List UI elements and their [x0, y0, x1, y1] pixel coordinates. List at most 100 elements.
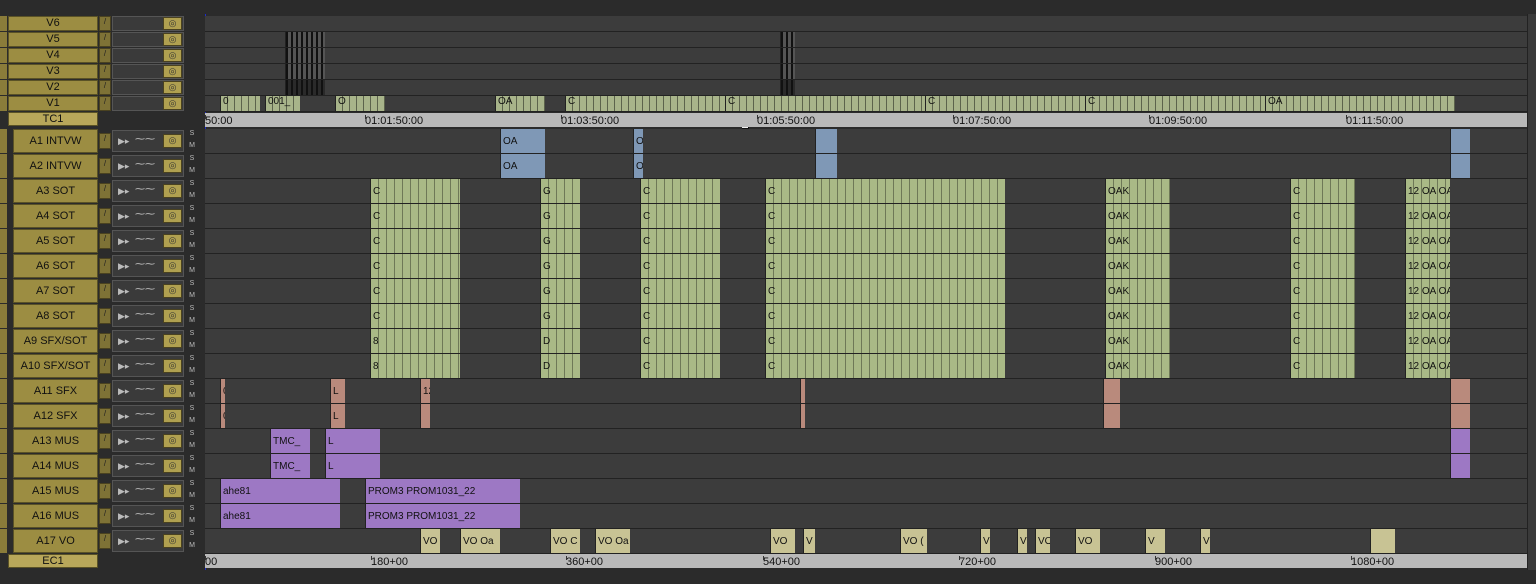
- audio-clip[interactable]: 0: [220, 404, 225, 428]
- track-name-button[interactable]: V2: [8, 80, 98, 95]
- audio-clip[interactable]: [1103, 379, 1120, 403]
- track-name-button[interactable]: A2 INTVW: [13, 154, 98, 178]
- audio-clip[interactable]: C: [1290, 279, 1355, 303]
- track-name-button[interactable]: V5: [8, 32, 98, 47]
- audio-clip[interactable]: C: [765, 204, 1005, 228]
- solo-icon[interactable]: S: [187, 205, 197, 215]
- audio-clip[interactable]: OA: [633, 129, 643, 153]
- speaker-icon[interactable]: ▶▸: [118, 211, 129, 222]
- lock-icon[interactable]: /: [99, 483, 111, 499]
- audio-clip[interactable]: VO C: [550, 529, 580, 553]
- audio-clip[interactable]: C: [765, 254, 1005, 278]
- audio-clip[interactable]: PROM3 PROM1031_22: [365, 479, 520, 503]
- audio-clip[interactable]: OA: [633, 154, 643, 178]
- mute-icon[interactable]: M: [187, 417, 197, 427]
- audio-clip[interactable]: V: [980, 529, 990, 553]
- solo-icon[interactable]: S: [187, 130, 197, 140]
- mute-icon[interactable]: M: [187, 492, 197, 502]
- audio-clip[interactable]: C: [765, 354, 1005, 378]
- audio-clip[interactable]: G: [540, 304, 580, 328]
- waveform-icon[interactable]: ⁓⁓: [135, 359, 155, 370]
- audio-clip[interactable]: [1450, 154, 1470, 178]
- mute-icon[interactable]: M: [187, 167, 197, 177]
- speaker-icon[interactable]: ▶▸: [118, 536, 129, 547]
- audio-clip[interactable]: C: [640, 254, 720, 278]
- audio-clip[interactable]: OAK: [1105, 254, 1170, 278]
- audio-clip[interactable]: OAK: [1105, 204, 1170, 228]
- volume-icon[interactable]: ◎: [163, 309, 182, 323]
- audio-clip[interactable]: OAK: [1105, 304, 1170, 328]
- audio-clip[interactable]: VO Oa: [595, 529, 630, 553]
- audio-clip[interactable]: D: [540, 329, 580, 353]
- track-patch[interactable]: [0, 129, 7, 153]
- audio-clip[interactable]: VO: [770, 529, 795, 553]
- solo-icon[interactable]: S: [187, 480, 197, 490]
- waveform-icon[interactable]: ⁓⁓: [135, 484, 155, 495]
- track-patch[interactable]: [0, 329, 7, 353]
- lock-icon[interactable]: /: [99, 158, 111, 174]
- audio-clip[interactable]: C: [1290, 229, 1355, 253]
- audio-clip[interactable]: C: [640, 329, 720, 353]
- monitor-icon[interactable]: ◎: [163, 81, 182, 94]
- track-name-button[interactable]: A16 MUS: [13, 504, 98, 528]
- speaker-icon[interactable]: ▶▸: [118, 186, 129, 197]
- lock-icon[interactable]: /: [99, 408, 111, 424]
- audio-clip[interactable]: L: [325, 429, 380, 453]
- monitor-icon[interactable]: ◎: [163, 33, 182, 46]
- audio-clip[interactable]: 12 OA OAK OA OA: [1405, 254, 1450, 278]
- audio-clip[interactable]: [1450, 379, 1470, 403]
- speaker-icon[interactable]: ▶▸: [118, 511, 129, 522]
- timeline-scrollbar[interactable]: [1527, 14, 1536, 570]
- mute-icon[interactable]: M: [187, 317, 197, 327]
- volume-icon[interactable]: ◎: [163, 159, 182, 173]
- speaker-icon[interactable]: ▶▸: [118, 161, 129, 172]
- edgecode-ruler[interactable]: 00 180+00 360+00 540+00 720+00 900+00 1080+00: [205, 554, 1527, 568]
- track-name-button[interactable]: EC1: [8, 554, 98, 568]
- audio-clip[interactable]: PROM3 PROM1031_22: [365, 504, 520, 528]
- speaker-icon[interactable]: ▶▸: [118, 436, 129, 447]
- audio-clip[interactable]: G: [540, 254, 580, 278]
- lock-icon[interactable]: /: [99, 16, 111, 31]
- waveform-icon[interactable]: ⁓⁓: [135, 134, 155, 145]
- speaker-icon[interactable]: ▶▸: [118, 461, 129, 472]
- audio-clip[interactable]: C: [1290, 204, 1355, 228]
- audio-clip[interactable]: C: [640, 279, 720, 303]
- audio-clip[interactable]: ahe81: [220, 479, 340, 503]
- track-name-button[interactable]: A11 SFX: [13, 379, 98, 403]
- lock-icon[interactable]: /: [99, 308, 111, 324]
- audio-clip[interactable]: OAK: [1105, 354, 1170, 378]
- audio-clip[interactable]: C: [1290, 354, 1355, 378]
- volume-icon[interactable]: ◎: [163, 409, 182, 423]
- speaker-icon[interactable]: ▶▸: [118, 411, 129, 422]
- lock-icon[interactable]: /: [99, 64, 111, 79]
- audio-clip[interactable]: C: [370, 229, 460, 253]
- volume-icon[interactable]: ◎: [163, 384, 182, 398]
- solo-icon[interactable]: S: [187, 380, 197, 390]
- speaker-icon[interactable]: ▶▸: [118, 261, 129, 272]
- volume-icon[interactable]: ◎: [163, 284, 182, 298]
- track-name-button[interactable]: A7 SOT: [13, 279, 98, 303]
- mute-icon[interactable]: M: [187, 392, 197, 402]
- mute-icon[interactable]: M: [187, 142, 197, 152]
- video-clip[interactable]: OA: [1265, 96, 1455, 111]
- lock-icon[interactable]: /: [99, 458, 111, 474]
- track-name-button[interactable]: V1: [8, 96, 98, 111]
- volume-icon[interactable]: ◎: [163, 334, 182, 348]
- lock-icon[interactable]: /: [99, 80, 111, 95]
- track-name-button[interactable]: A13 MUS: [13, 429, 98, 453]
- audio-clip[interactable]: [815, 129, 837, 153]
- audio-clip[interactable]: [815, 154, 837, 178]
- track-name-button[interactable]: A9 SFX/SOT: [13, 329, 98, 353]
- track-name-button[interactable]: V4: [8, 48, 98, 63]
- audio-clip[interactable]: [800, 379, 805, 403]
- lock-icon[interactable]: /: [99, 433, 111, 449]
- solo-icon[interactable]: S: [187, 430, 197, 440]
- audio-clip[interactable]: 12 OA OAK OA OA: [1405, 229, 1450, 253]
- audio-clip[interactable]: 12 OA OAK OA OA: [1405, 279, 1450, 303]
- mute-icon[interactable]: M: [187, 342, 197, 352]
- track-name-button[interactable]: A15 MUS: [13, 479, 98, 503]
- volume-icon[interactable]: ◎: [163, 184, 182, 198]
- audio-clip[interactable]: OAK: [1105, 179, 1170, 203]
- video-clip[interactable]: C: [565, 96, 725, 111]
- waveform-icon[interactable]: ⁓⁓: [135, 259, 155, 270]
